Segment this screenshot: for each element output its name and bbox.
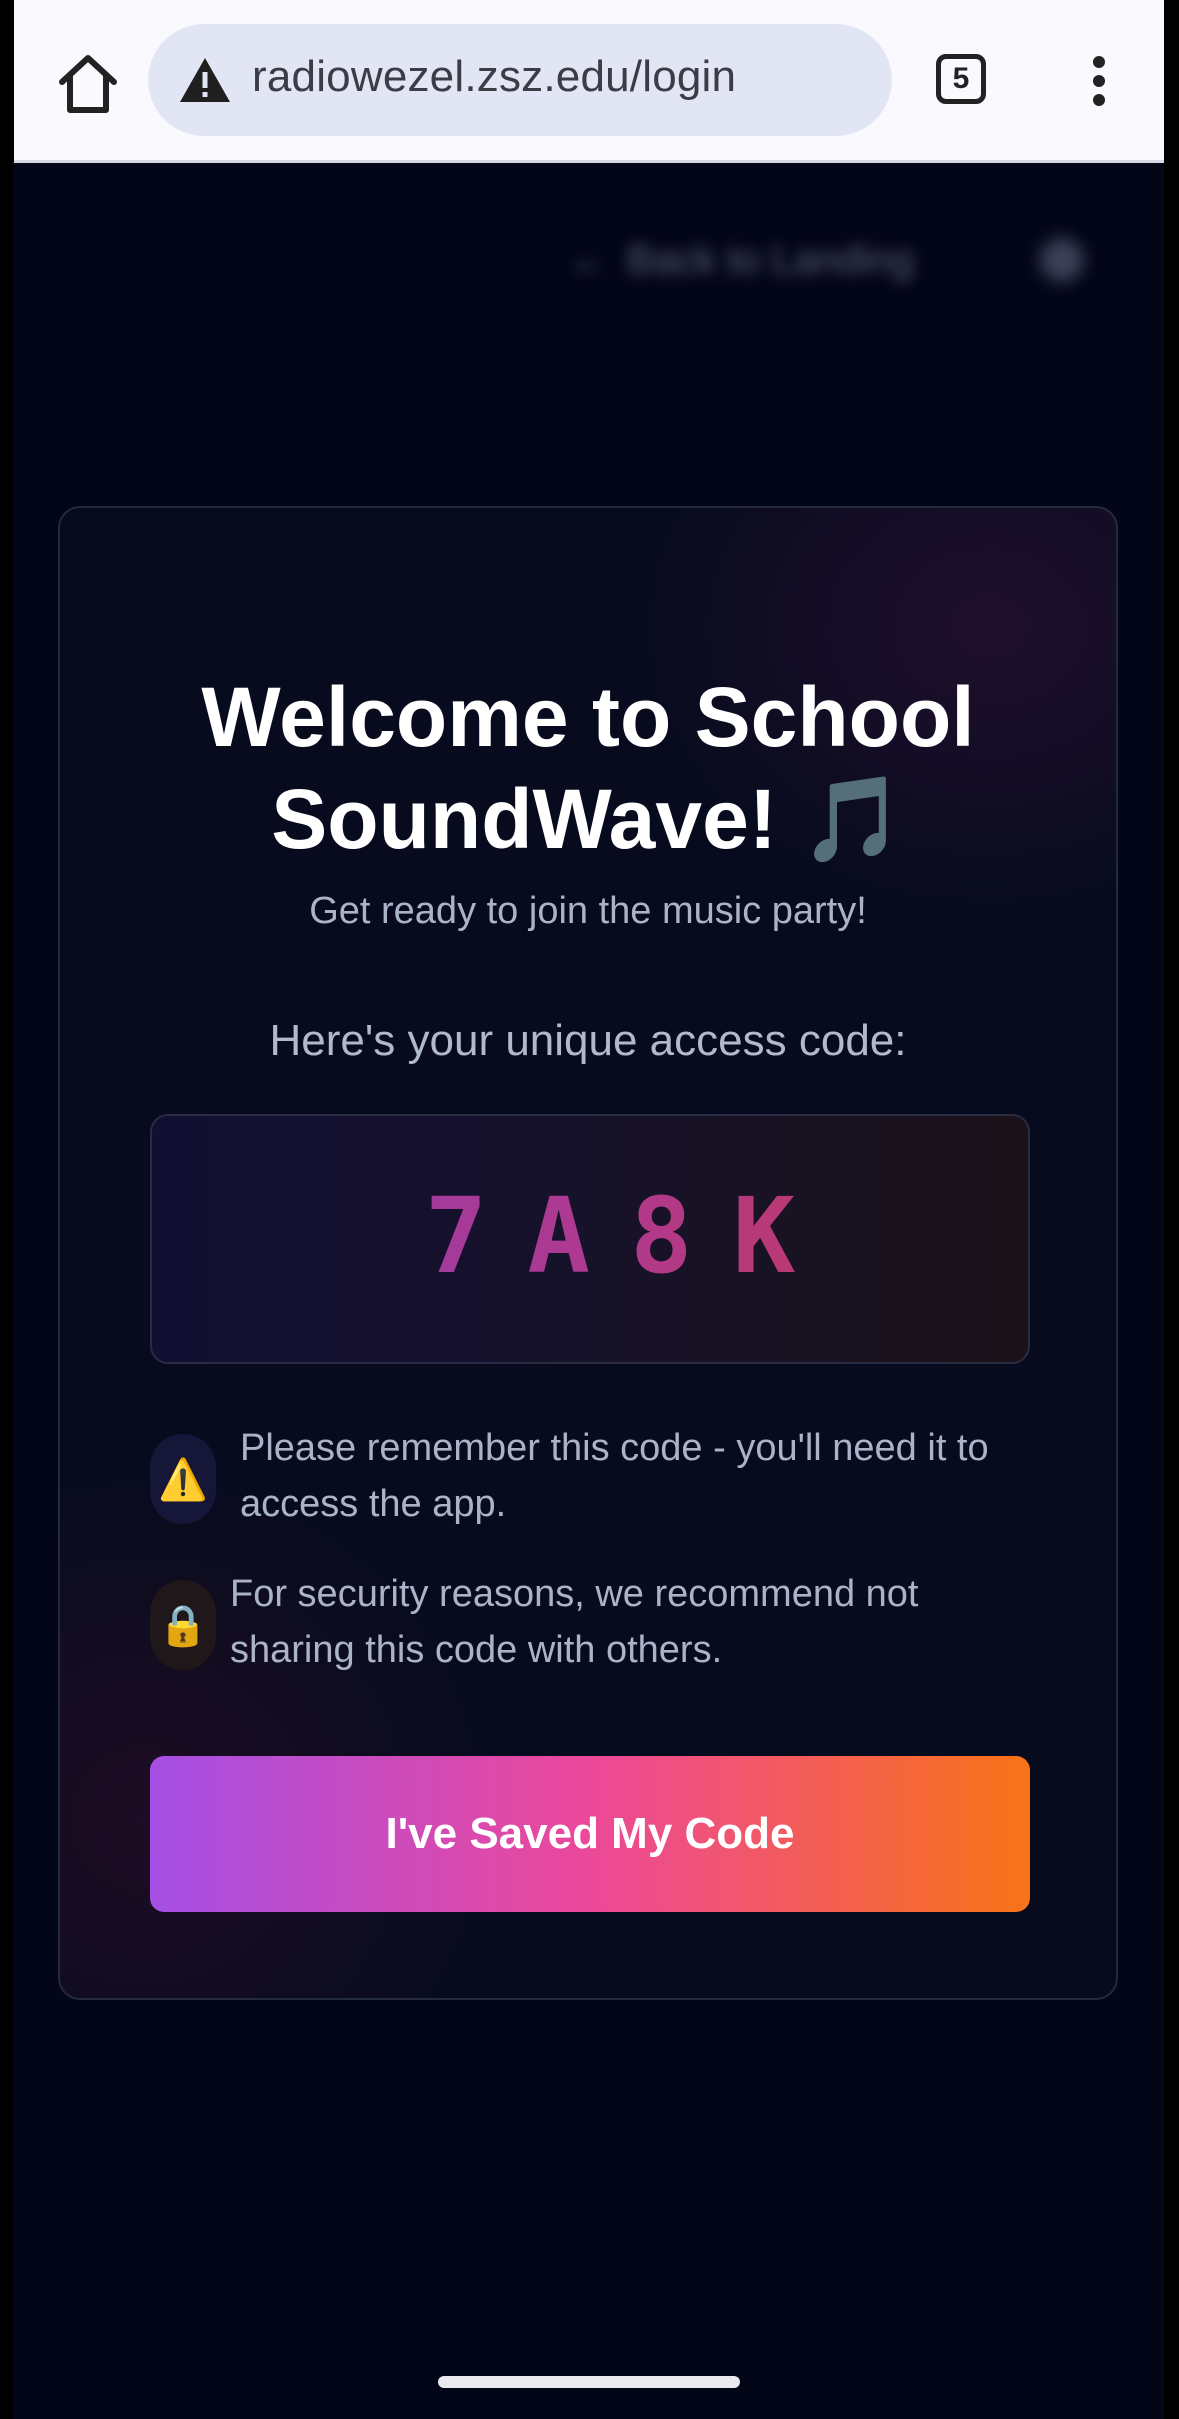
tab-switcher-button[interactable]: 5 [936,54,986,104]
page-nav: ← Back to Landing [14,160,1164,360]
access-code-label: Here's your unique access code: [269,1016,907,1065]
home-indicator[interactable] [438,2376,740,2388]
music-note-icon: 🎵 [800,772,905,866]
home-icon[interactable] [48,44,128,124]
access-code-box: 7A8K [150,1114,1030,1364]
back-arrow-icon: ← [569,238,609,282]
phone-screen: radiowezel.zsz.edu/login 5 ← Back to Land… [14,0,1164,2419]
url-text: radiowezel.zsz.edu/login [252,52,737,101]
browser-toolbar: radiowezel.zsz.edu/login 5 [14,0,1164,163]
lock-icon: 🔒 [150,1580,216,1670]
title-line-1: Welcome to School [201,670,975,764]
access-code: 7A8K [152,1176,1068,1296]
title-line-2: SoundWave! [271,772,777,866]
notice-text: Please remember this code - you'll need … [240,1427,989,1525]
not-secure-warning-icon[interactable] [178,56,232,104]
warning-icon: ⚠️ [150,1434,216,1524]
back-to-landing-link[interactable]: ← Back to Landing [569,238,914,283]
welcome-card: Welcome to School SoundWave! 🎵 Get ready… [58,506,1118,2000]
back-link-label: Back to Landing [627,238,914,282]
address-bar[interactable]: radiowezel.zsz.edu/login [148,24,892,136]
more-vert-icon[interactable] [1084,56,1114,106]
subtitle: Get ready to join the music party! [309,890,867,932]
nav-menu-icon[interactable] [1040,238,1084,282]
page-title: Welcome to School SoundWave! 🎵 [60,666,1116,870]
saved-code-button[interactable]: I've Saved My Code [150,1756,1030,1912]
notice-text: For security reasons, we recommend not s… [230,1573,919,1671]
remember-code-notice: ⚠️ Please remember this code - you'll ne… [150,1420,1030,1540]
security-notice: 🔒 For security reasons, we recommend not… [150,1566,1030,1686]
